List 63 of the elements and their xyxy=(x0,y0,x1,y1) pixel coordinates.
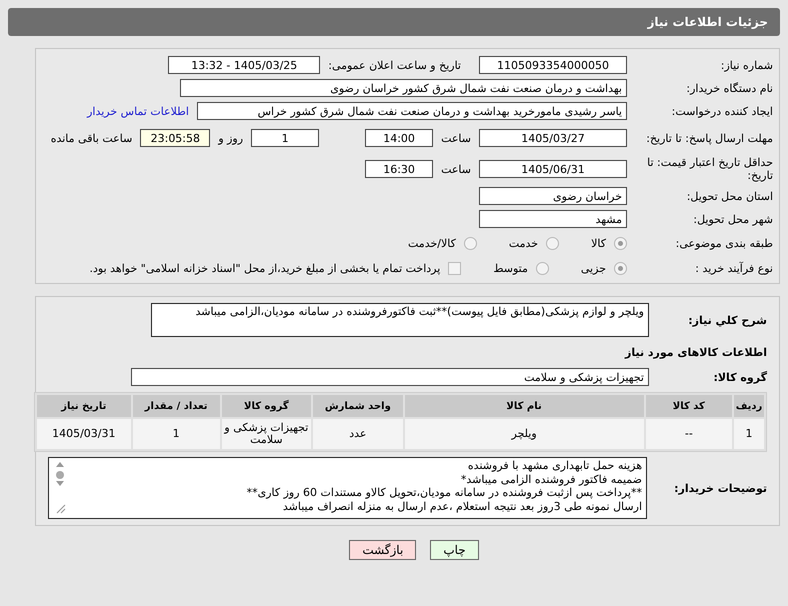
field-label: تاریخ و ساعت اعلان عمومی: xyxy=(328,58,461,72)
buyer-notes-field: هزینه حمل تابهداری مشهد با فروشنده ضمیمه فاکتور فروشنده الزامی میباشد* **پرداخت پس ازثبت فروشنده در سامانه مودیان،تحویل کالاو مستندات 60 روز کاری** ارسال نمونه طی 3روز بعد نتیجه استعلام ،عدم ارسال به منزله انصراف میباشد xyxy=(48,457,647,519)
table-cell: -- xyxy=(646,419,732,449)
radio-label: کالا/خدمت xyxy=(408,236,456,250)
column-header: تعداد / مقدار xyxy=(132,395,220,417)
description-field: ویلچر و لوازم پزشکی(مطابق فایل پیوست)**ثبت فاکتورفروشنده در سامانه مودیان،الزامی میباشد xyxy=(151,303,649,337)
announce-date-field: 1405/03/25 - 13:32 xyxy=(168,56,320,74)
contact-link[interactable]: اطلاعات تماس خریدار xyxy=(87,104,189,118)
radio-label: خدمت xyxy=(508,236,538,250)
radio-button[interactable] xyxy=(464,236,477,250)
field-label: حداقل تاریخ اعتبار قیمت: تا تاریخ: xyxy=(646,156,773,182)
days-field: 1 xyxy=(251,129,320,147)
field-label: روز و xyxy=(218,132,244,144)
table-cell: تجهیزات پزشکی و سلامت xyxy=(222,419,312,449)
field-label: گروه کالا: xyxy=(712,370,767,384)
radio-button[interactable] xyxy=(536,262,549,274)
creator-field: یاسر رشیدی مامورخرید بهداشت و درمان صنعت نفت شمال شرق کشور خراس xyxy=(197,102,627,120)
checkbox[interactable] xyxy=(448,262,462,274)
field-label: ایجاد کننده درخواست: xyxy=(670,104,773,118)
radio-label: جزیی xyxy=(580,262,606,274)
field-label: شماره نیاز: xyxy=(720,58,773,72)
column-header: نام کالا xyxy=(404,395,644,417)
table-cell: 1 xyxy=(734,419,764,449)
table-cell: 1405/03/31 xyxy=(37,419,131,449)
print-button[interactable]: چاپ xyxy=(430,540,479,560)
field-label: نام دستگاه خریدار: xyxy=(685,82,773,94)
section-title: اطلاعات کالاهای مورد نیاز xyxy=(625,346,767,358)
page-title: جزئیات اطلاعات نیاز xyxy=(647,15,768,29)
column-header: واحد شمارش xyxy=(313,395,403,417)
column-header: ردیف xyxy=(734,395,764,417)
field-label: ساعت xyxy=(441,132,471,144)
table-cell: ویلچر xyxy=(404,419,644,449)
field-label: توضیحات خریدار: xyxy=(673,482,767,494)
radio-label: متوسط xyxy=(493,262,528,274)
date-field: 1405/06/31 xyxy=(479,160,627,178)
time-field: 14:00 xyxy=(365,129,434,147)
field-label: ساعت xyxy=(441,162,471,176)
province-field: خراسان رضوی xyxy=(479,187,627,205)
radio-button[interactable] xyxy=(614,262,627,274)
date-field: 1405/03/27 xyxy=(479,129,627,147)
column-header: تاریخ نیاز xyxy=(37,395,131,417)
buyer-org-field: بهداشت و درمان صنعت نفت شمال شرق کشور خراسان رضوی xyxy=(180,79,627,97)
checkbox-label: پرداخت تمام یا بخشی از مبلغ خرید،از محل "اسناد خزانه اسلامی" خواهد بود. xyxy=(90,262,440,274)
field-label: ساعت باقی مانده xyxy=(50,132,132,144)
time-field: 16:30 xyxy=(365,160,434,178)
countdown-field: 23:05:58 xyxy=(140,129,210,147)
need-number-field: 1105093354000050 xyxy=(479,56,627,74)
radio-button[interactable] xyxy=(546,236,560,250)
back-button[interactable]: بازگشت xyxy=(349,540,416,560)
field-label: نوع فرآیند خرید : xyxy=(694,262,773,274)
field-label: شهر محل تحویل: xyxy=(692,212,773,226)
radio-label: کالا xyxy=(591,236,606,250)
radio-button[interactable] xyxy=(614,236,627,250)
goods-group-field: تجهیزات پزشکی و سلامت xyxy=(131,368,649,386)
column-header: کد کالا xyxy=(646,395,732,417)
field-label: مهلت ارسال پاسخ: تا تاریخ: xyxy=(645,132,773,144)
field-label: طبقه بندی موضوعی: xyxy=(674,236,773,250)
city-field: مشهد xyxy=(479,210,627,228)
field-label: استان محل تحویل: xyxy=(686,190,773,202)
column-header: گروه کالا xyxy=(222,395,312,417)
table-cell: 1 xyxy=(132,419,220,449)
table-cell: عدد xyxy=(313,419,403,449)
field-label: شرح کلي نياز: xyxy=(687,314,767,326)
